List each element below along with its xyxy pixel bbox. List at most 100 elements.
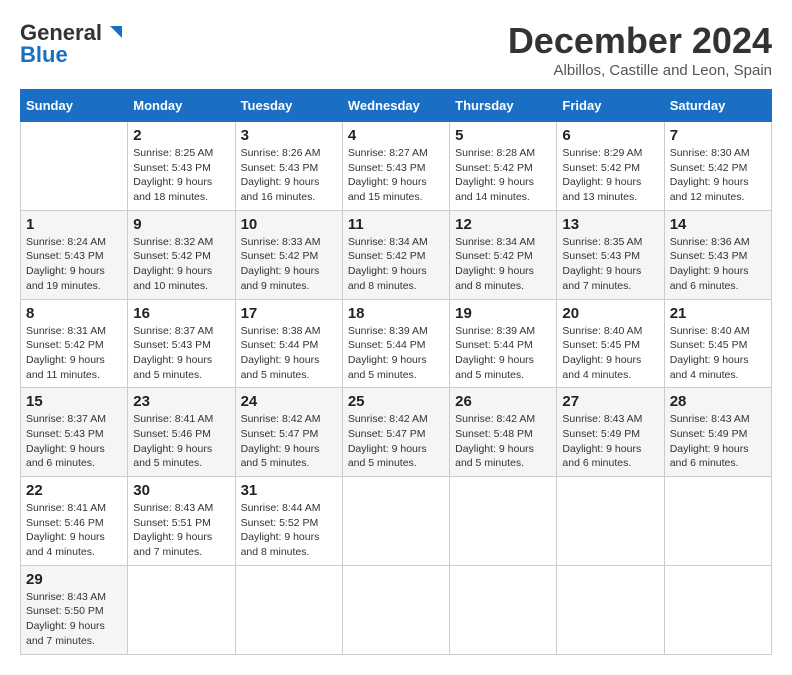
calendar-cell: 2Sunrise: 8:25 AMSunset: 5:43 PMDaylight… xyxy=(128,122,235,211)
location-subtitle: Albillos, Castille and Leon, Spain xyxy=(508,62,772,79)
calendar-cell xyxy=(664,477,771,566)
cell-info: Sunrise: 8:34 AMSunset: 5:42 PMDaylight:… xyxy=(348,235,444,294)
calendar-cell: 12Sunrise: 8:34 AMSunset: 5:42 PMDayligh… xyxy=(450,210,557,299)
day-number: 24 xyxy=(241,393,337,410)
day-number: 23 xyxy=(133,393,229,410)
calendar-cell: 4Sunrise: 8:27 AMSunset: 5:43 PMDaylight… xyxy=(342,122,449,211)
calendar-cell: 17 Sunrise: 8:38 AMSunset: 5:44 PMDayligh… xyxy=(235,299,342,388)
calendar-cell xyxy=(128,565,235,654)
day-number: 5 xyxy=(455,127,551,144)
calendar-cell xyxy=(342,477,449,566)
calendar-cell xyxy=(664,565,771,654)
cell-info: Sunrise: 8:28 AMSunset: 5:42 PMDaylight:… xyxy=(455,146,551,205)
logo-blue-text: Blue xyxy=(20,42,68,68)
calendar-cell: 28 Sunrise: 8:43 AMSunset: 5:49 PMDayligh… xyxy=(664,388,771,477)
calendar-cell: 24 Sunrise: 8:42 AMSunset: 5:47 PMDayligh… xyxy=(235,388,342,477)
calendar-cell xyxy=(557,565,664,654)
calendar-cell: 21 Sunrise: 8:40 AMSunset: 5:45 PMDayligh… xyxy=(664,299,771,388)
day-number: 4 xyxy=(348,127,444,144)
calendar-cell: 8Sunrise: 8:31 AMSunset: 5:42 PMDaylight… xyxy=(21,299,128,388)
calendar-cell xyxy=(21,122,128,211)
logo: General Blue xyxy=(20,20,126,68)
cell-info: Sunrise: 8:32 AMSunset: 5:42 PMDaylight:… xyxy=(133,235,229,294)
day-number: 1 xyxy=(26,216,122,233)
calendar-cell xyxy=(235,565,342,654)
calendar-week-row: 15Sunrise: 8:37 AMSunset: 5:43 PMDayligh… xyxy=(21,388,772,477)
calendar-cell: 3 Sunrise: 8:26 AMSunset: 5:43 PMDaylight… xyxy=(235,122,342,211)
day-number: 6 xyxy=(562,127,658,144)
calendar-cell xyxy=(342,565,449,654)
day-number: 13 xyxy=(562,216,658,233)
day-number: 7 xyxy=(670,127,766,144)
day-number: 16 xyxy=(133,305,229,322)
month-title: December 2024 xyxy=(508,20,772,62)
calendar-cell: 14Sunrise: 8:36 AMSunset: 5:43 PMDayligh… xyxy=(664,210,771,299)
cell-info: Sunrise: 8:43 AMSunset: 5:49 PMDaylight:… xyxy=(562,412,658,471)
cell-info: Sunrise: 8:38 AMSunset: 5:44 PMDaylight:… xyxy=(241,324,337,383)
day-header-thursday: Thursday xyxy=(450,90,557,122)
title-area: December 2024 Albillos, Castille and Leo… xyxy=(508,20,772,79)
calendar-week-row: 1 Sunrise: 8:24 AMSunset: 5:43 PMDaylight… xyxy=(21,210,772,299)
cell-info: Sunrise: 8:35 AMSunset: 5:43 PMDaylight:… xyxy=(562,235,658,294)
calendar-cell: 25 Sunrise: 8:42 AMSunset: 5:47 PMDayligh… xyxy=(342,388,449,477)
cell-info: Sunrise: 8:30 AMSunset: 5:42 PMDaylight:… xyxy=(670,146,766,205)
cell-info: Sunrise: 8:39 AMSunset: 5:44 PMDaylight:… xyxy=(348,324,444,383)
calendar-cell: 7 Sunrise: 8:30 AMSunset: 5:42 PMDaylight… xyxy=(664,122,771,211)
day-number: 26 xyxy=(455,393,551,410)
day-number: 18 xyxy=(348,305,444,322)
calendar-week-row: 29Sunrise: 8:43 AMSunset: 5:50 PMDayligh… xyxy=(21,565,772,654)
calendar-cell: 1 Sunrise: 8:24 AMSunset: 5:43 PMDaylight… xyxy=(21,210,128,299)
day-number: 15 xyxy=(26,393,122,410)
cell-info: Sunrise: 8:40 AMSunset: 5:45 PMDaylight:… xyxy=(562,324,658,383)
calendar-header-row: SundayMondayTuesdayWednesdayThursdayFrid… xyxy=(21,90,772,122)
cell-info: Sunrise: 8:34 AMSunset: 5:42 PMDaylight:… xyxy=(455,235,551,294)
cell-info: Sunrise: 8:41 AMSunset: 5:46 PMDaylight:… xyxy=(133,412,229,471)
day-number: 30 xyxy=(133,482,229,499)
day-number: 3 xyxy=(241,127,337,144)
day-number: 27 xyxy=(562,393,658,410)
cell-info: Sunrise: 8:31 AMSunset: 5:42 PMDaylight:… xyxy=(26,324,122,383)
day-number: 21 xyxy=(670,305,766,322)
cell-info: Sunrise: 8:39 AMSunset: 5:44 PMDaylight:… xyxy=(455,324,551,383)
cell-info: Sunrise: 8:26 AMSunset: 5:43 PMDaylight:… xyxy=(241,146,337,205)
day-header-tuesday: Tuesday xyxy=(235,90,342,122)
day-number: 31 xyxy=(241,482,337,499)
day-number: 28 xyxy=(670,393,766,410)
cell-info: Sunrise: 8:29 AMSunset: 5:42 PMDaylight:… xyxy=(562,146,658,205)
calendar-cell: 13 Sunrise: 8:35 AMSunset: 5:43 PMDayligh… xyxy=(557,210,664,299)
cell-info: Sunrise: 8:42 AMSunset: 5:47 PMDaylight:… xyxy=(348,412,444,471)
day-number: 14 xyxy=(670,216,766,233)
day-header-monday: Monday xyxy=(128,90,235,122)
cell-info: Sunrise: 8:25 AMSunset: 5:43 PMDaylight:… xyxy=(133,146,229,205)
cell-info: Sunrise: 8:42 AMSunset: 5:48 PMDaylight:… xyxy=(455,412,551,471)
calendar-cell: 27 Sunrise: 8:43 AMSunset: 5:49 PMDayligh… xyxy=(557,388,664,477)
day-number: 19 xyxy=(455,305,551,322)
cell-info: Sunrise: 8:40 AMSunset: 5:45 PMDaylight:… xyxy=(670,324,766,383)
day-number: 25 xyxy=(348,393,444,410)
cell-info: Sunrise: 8:41 AMSunset: 5:46 PMDaylight:… xyxy=(26,501,122,560)
calendar-cell: 22 Sunrise: 8:41 AMSunset: 5:46 PMDayligh… xyxy=(21,477,128,566)
calendar-cell: 31Sunrise: 8:44 AMSunset: 5:52 PMDayligh… xyxy=(235,477,342,566)
day-header-wednesday: Wednesday xyxy=(342,90,449,122)
calendar-cell xyxy=(450,565,557,654)
day-number: 10 xyxy=(241,216,337,233)
day-number: 17 xyxy=(241,305,337,322)
logo-icon xyxy=(104,22,126,44)
day-number: 22 xyxy=(26,482,122,499)
day-number: 11 xyxy=(348,216,444,233)
cell-info: Sunrise: 8:42 AMSunset: 5:47 PMDaylight:… xyxy=(241,412,337,471)
calendar-cell: 30Sunrise: 8:43 AMSunset: 5:51 PMDayligh… xyxy=(128,477,235,566)
day-header-friday: Friday xyxy=(557,90,664,122)
header: General Blue December 2024 Albillos, Cas… xyxy=(20,20,772,79)
calendar-table: SundayMondayTuesdayWednesdayThursdayFrid… xyxy=(20,89,772,655)
calendar-cell: 16Sunrise: 8:37 AMSunset: 5:43 PMDayligh… xyxy=(128,299,235,388)
cell-info: Sunrise: 8:43 AMSunset: 5:49 PMDaylight:… xyxy=(670,412,766,471)
day-header-sunday: Sunday xyxy=(21,90,128,122)
calendar-cell: 15Sunrise: 8:37 AMSunset: 5:43 PMDayligh… xyxy=(21,388,128,477)
calendar-cell: 19 Sunrise: 8:39 AMSunset: 5:44 PMDayligh… xyxy=(450,299,557,388)
calendar-cell: 9Sunrise: 8:32 AMSunset: 5:42 PMDaylight… xyxy=(128,210,235,299)
calendar-cell: 10Sunrise: 8:33 AMSunset: 5:42 PMDayligh… xyxy=(235,210,342,299)
day-header-saturday: Saturday xyxy=(664,90,771,122)
day-number: 20 xyxy=(562,305,658,322)
cell-info: Sunrise: 8:24 AMSunset: 5:43 PMDaylight:… xyxy=(26,235,122,294)
